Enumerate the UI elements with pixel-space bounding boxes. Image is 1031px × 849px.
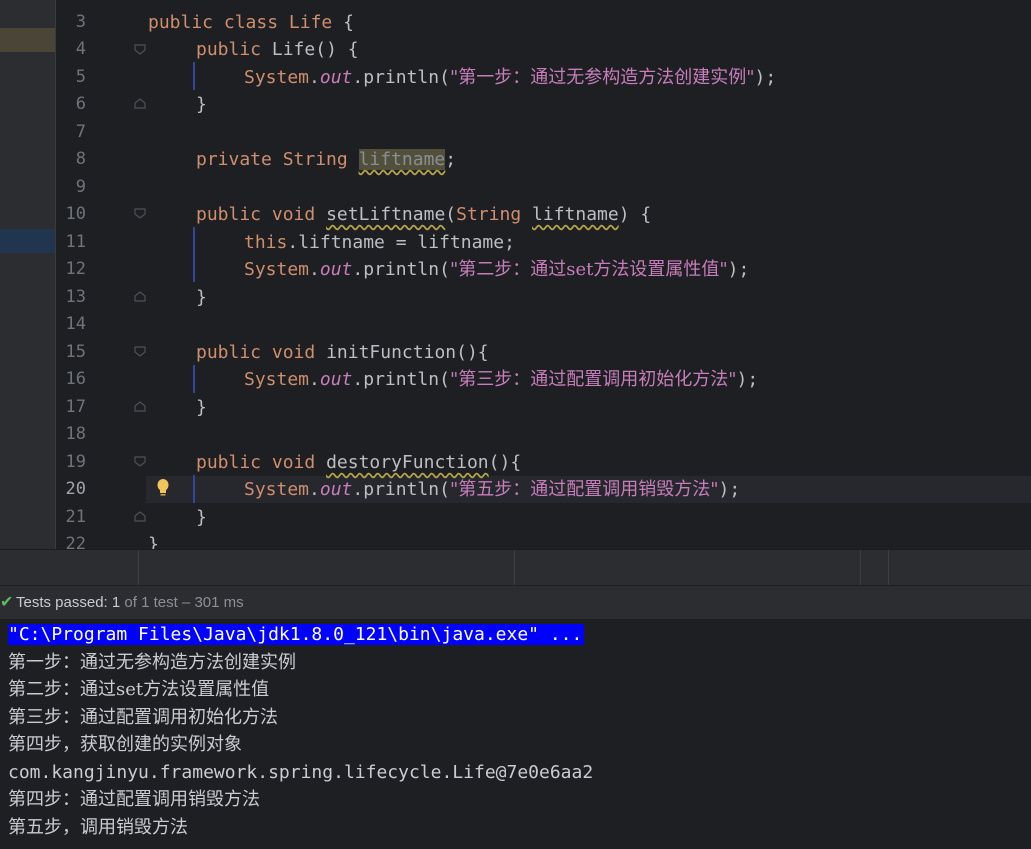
line-number: 20 xyxy=(65,479,86,499)
test-status-text: Tests passed: 1 of 1 test – 301 ms xyxy=(16,594,244,611)
fold-close-icon[interactable] xyxy=(134,98,146,109)
check-icon: ✔ xyxy=(0,594,14,611)
line-number: 11 xyxy=(65,232,86,252)
run-toolbar xyxy=(0,549,1031,586)
line-number: 3 xyxy=(75,12,86,32)
fold-open-icon[interactable] xyxy=(134,44,146,55)
strip-marker xyxy=(0,229,55,253)
line-number: 18 xyxy=(65,424,86,444)
toolbar-divider xyxy=(138,550,139,586)
line-number: 7 xyxy=(75,122,86,142)
console-output-line: 第五步，调用销毁方法 xyxy=(8,817,188,838)
console-output-line: 第三步：通过配置调用初始化方法 xyxy=(8,707,278,728)
fold-open-icon[interactable] xyxy=(134,346,146,357)
fold-close-icon[interactable] xyxy=(134,291,146,302)
line-number: 8 xyxy=(75,149,86,169)
code-line: public Life() { xyxy=(196,39,359,60)
line-number: 13 xyxy=(65,287,86,307)
code-text-area[interactable]: public class Life { public Life() { Syst… xyxy=(146,0,1031,549)
code-line: } xyxy=(196,507,207,528)
line-number: 15 xyxy=(65,342,86,362)
line-number: 21 xyxy=(65,507,86,527)
fold-open-icon[interactable] xyxy=(134,208,146,219)
toolbar-divider xyxy=(514,550,515,586)
line-number: 22 xyxy=(65,534,86,549)
line-number: 16 xyxy=(65,369,86,389)
line-number: 19 xyxy=(65,452,86,472)
line-number: 6 xyxy=(75,94,86,114)
toolbar-divider xyxy=(888,550,889,586)
console-output-line: com.kangjinyu.framework.spring.lifecycle… xyxy=(8,762,594,783)
strip-marker xyxy=(0,28,55,52)
code-line: } xyxy=(148,534,159,549)
code-line: } xyxy=(196,94,207,115)
console-output-line: 第一步：通过无参构造方法创建实例 xyxy=(8,652,296,673)
code-line: public void destoryFunction(){ xyxy=(196,452,522,473)
line-number: 9 xyxy=(75,177,86,197)
code-editor[interactable]: 3 4 5 6 7 8 9 10 11 12 13 14 15 16 17 18… xyxy=(0,0,1031,549)
fold-close-icon[interactable] xyxy=(134,401,146,412)
code-line: System.out.println("第三步：通过配置调用初始化方法"); xyxy=(244,369,759,390)
line-number: 5 xyxy=(75,67,86,87)
code-line: System.out.println("第一步：通过无参构造方法创建实例"); xyxy=(244,67,777,88)
fold-open-icon[interactable] xyxy=(134,456,146,467)
code-line: System.out.println("第二步：通过set方法设置属性值"); xyxy=(244,259,750,280)
console-output-line: 第二步：通过set方法设置属性值 xyxy=(8,679,270,700)
code-line: private String liftname; xyxy=(196,149,457,170)
line-number-gutter: 3 4 5 6 7 8 9 10 11 12 13 14 15 16 17 18… xyxy=(56,0,146,549)
console-output-line: 第四步：通过配置调用销毁方法 xyxy=(8,789,260,810)
line-number: 14 xyxy=(65,314,86,334)
code-line: } xyxy=(196,397,207,418)
toolbar-divider xyxy=(860,550,861,586)
code-line: public void initFunction(){ xyxy=(196,342,489,363)
console-output-line: 第四步，获取创建的实例对象 xyxy=(8,734,242,755)
code-line: System.out.println("第五步：通过配置调用销毁方法"); xyxy=(244,479,741,500)
code-line: } xyxy=(196,287,207,308)
line-number: 4 xyxy=(75,39,86,59)
code-line: public void setLiftname(String liftname)… xyxy=(196,204,652,225)
fold-close-icon[interactable] xyxy=(134,511,146,522)
line-number: 17 xyxy=(65,397,86,417)
code-line: public class Life { xyxy=(148,12,354,33)
editor-left-strip xyxy=(0,0,56,549)
code-line: this.liftname = liftname; xyxy=(244,232,515,253)
line-number: 12 xyxy=(65,259,86,279)
test-status-bar: ✔ Tests passed: 1 of 1 test – 301 ms xyxy=(0,585,1031,620)
run-console[interactable]: "C:\Program Files\Java\jdk1.8.0_121\bin\… xyxy=(0,619,1031,849)
line-number: 10 xyxy=(65,204,86,224)
console-command-line: "C:\Program Files\Java\jdk1.8.0_121\bin\… xyxy=(8,624,585,645)
